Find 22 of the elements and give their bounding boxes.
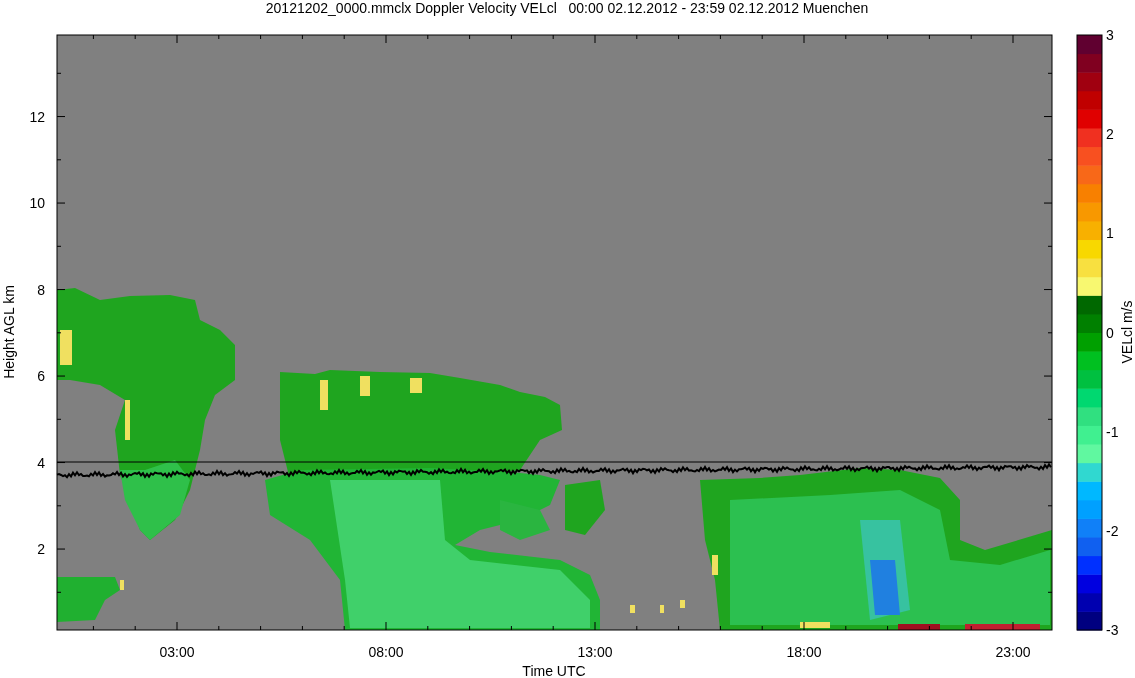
y-tick-label: 4 xyxy=(37,454,45,471)
x-tick-label: 08:00 xyxy=(368,644,404,660)
colorbar-tick-label: 3 xyxy=(1106,27,1114,43)
y-axis-label: Height AGL km xyxy=(1,285,17,379)
y-tick-label: 10 xyxy=(29,195,45,211)
x-tick-label: 18:00 xyxy=(786,644,822,660)
x-axis-label: Time UTC xyxy=(522,663,586,678)
x-tick-label: 13:00 xyxy=(577,644,613,660)
y-tick-label: 8 xyxy=(37,281,45,298)
y-tick-label: 12 xyxy=(29,108,45,125)
y-tick-label: 6 xyxy=(37,368,45,384)
x-tick-label: 23:00 xyxy=(995,644,1031,660)
x-tick-label: 03:00 xyxy=(159,644,195,660)
colorbar-label: VELcl m/s xyxy=(1119,300,1135,364)
colorbar-tick-label: -2 xyxy=(1106,523,1119,539)
colorbar-tick-label: -3 xyxy=(1106,622,1119,639)
colorbar-tick-label: 1 xyxy=(1106,225,1114,242)
chart-title: 20121202_0000.mmclx Doppler Velocity VELcl 00:00 02.12.2012 - 23:59 02.12.2012 Muenchen xyxy=(265,0,869,16)
y-tick-label: 2 xyxy=(37,541,45,557)
colorbar-tick-label: 2 xyxy=(1106,126,1114,143)
colorbar-tick-label: -1 xyxy=(1106,423,1119,440)
colorbar-tick-label: 0 xyxy=(1106,324,1114,341)
